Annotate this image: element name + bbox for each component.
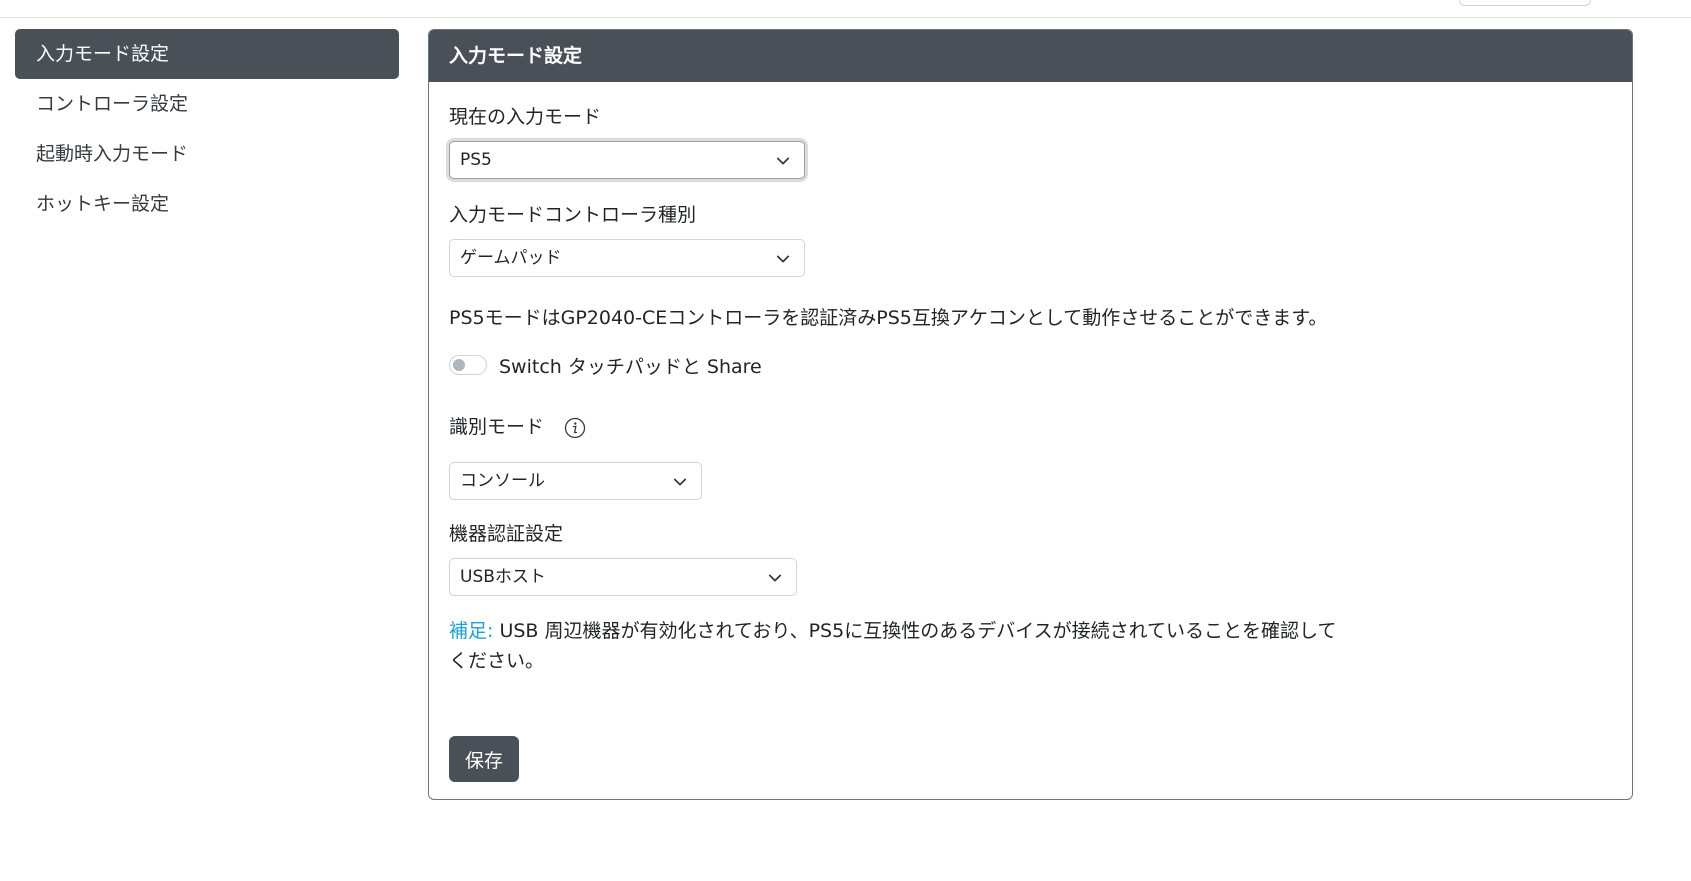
- sidebar-item-boot-mode[interactable]: 起動時入力モード: [15, 129, 399, 179]
- identification-select[interactable]: コンソール: [449, 462, 702, 500]
- card-header: 入力モード設定: [429, 30, 1632, 82]
- controller-type-label: 入力モードコントローラ種別: [449, 204, 697, 226]
- identification-value: コンソール: [460, 471, 545, 491]
- sidebar-item-input-mode[interactable]: 入力モード設定: [15, 29, 399, 79]
- controller-type-value: ゲームパッド: [460, 248, 562, 268]
- top-bar-control[interactable]: [1459, 0, 1591, 6]
- settings-card: 入力モード設定 現在の入力モード PS5 入力モードコントローラ種別 ゲームパッ…: [428, 29, 1633, 800]
- identification-label: 識別モード: [449, 416, 545, 438]
- auth-select[interactable]: USBホスト: [449, 558, 797, 596]
- mode-description: PS5モードはGP2040-CEコントローラを認証済みPS5互換アケコンとして動…: [449, 307, 1328, 329]
- controller-type-select[interactable]: ゲームパッド: [449, 239, 805, 277]
- save-button[interactable]: 保存: [449, 736, 520, 782]
- toggle-knob: [453, 359, 465, 371]
- touchpad-share-label: Switch タッチパッドと Share: [499, 355, 762, 378]
- sidebar-item-hotkeys[interactable]: ホットキー設定: [15, 179, 399, 229]
- chevron-down-icon: [776, 157, 790, 165]
- note-prefix: 補足:: [449, 620, 494, 642]
- sidebar-item-controller[interactable]: コントローラ設定: [15, 79, 399, 129]
- top-bar: [0, 0, 1691, 18]
- touchpad-share-toggle-row: Switch タッチパッドと Share: [449, 353, 762, 378]
- current-mode-label: 現在の入力モード: [449, 106, 602, 128]
- identification-label-row: 識別モード: [449, 412, 586, 439]
- current-mode-value: PS5: [460, 150, 492, 170]
- chevron-down-icon: [673, 478, 687, 486]
- auth-label: 機器認証設定: [449, 523, 564, 545]
- auth-value: USBホスト: [460, 567, 546, 587]
- sidebar: 入力モード設定 コントローラ設定 起動時入力モード ホットキー設定: [15, 29, 399, 229]
- info-icon[interactable]: [564, 417, 586, 439]
- current-mode-select[interactable]: PS5: [449, 141, 805, 179]
- chevron-down-icon: [776, 255, 790, 263]
- note: 補足: USB 周辺機器が有効化されており、PS5に互換性のあるデバイスが接続さ…: [449, 616, 1349, 676]
- touchpad-share-toggle[interactable]: [449, 355, 487, 375]
- note-text: USB 周辺機器が有効化されており、PS5に互換性のあるデバイスが接続されている…: [449, 620, 1337, 672]
- chevron-down-icon: [768, 574, 782, 582]
